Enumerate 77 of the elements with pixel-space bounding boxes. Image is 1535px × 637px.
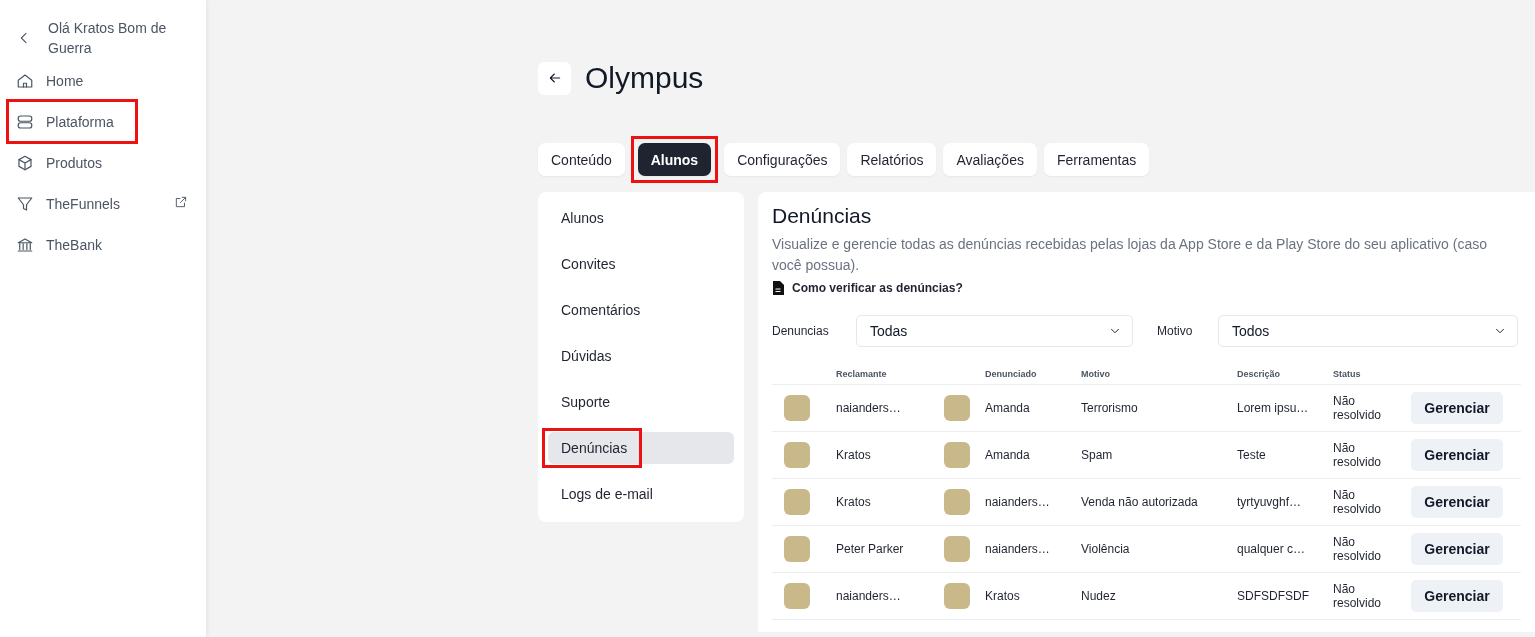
document-icon [772,281,784,295]
filter-label: Motivo [1157,324,1194,338]
column-header: Motivo [1081,365,1237,385]
avatar-placeholder [944,536,970,562]
avatar-placeholder [944,583,970,609]
avatar-placeholder [784,536,810,562]
greeting-text: Olá Kratos Bom de Guerra [48,19,168,58]
filter-dropdown[interactable]: Todas [856,315,1133,347]
table-cell: Spam [1081,432,1237,479]
table-cell: Nudez [1081,573,1237,620]
table-cell: naianders… [985,526,1081,573]
subnav-item[interactable]: Comentários [548,294,734,326]
avatar-placeholder [784,489,810,515]
table-cell: Venda não autorizada [1081,479,1237,526]
avatar-placeholder [784,583,810,609]
tab[interactable]: Alunos [637,143,712,176]
table-cell: Violência [1081,526,1237,573]
status-cell-text: Não resolvido [1333,582,1383,610]
subnav-item[interactable]: Alunos [548,202,734,234]
back-button[interactable] [538,61,571,95]
table-cell: Kratos [836,479,932,526]
avatar-placeholder [944,395,970,421]
filter-dropdown[interactable]: Todos [1218,315,1518,347]
manage-button[interactable]: Gerenciar [1411,580,1503,612]
sidebar-item[interactable]: TheFunnels [14,187,190,220]
sidebar-item[interactable]: Plataforma [14,105,190,138]
table-cell: naianders… [985,479,1081,526]
status-cell-text: Não resolvido [1333,441,1383,469]
section-description: Visualize e gerencie todas as denúncias recebidas pelas lojas da App Store e da Play Store do seu aplicativo (caso você possua). [772,235,1488,275]
table-cell: Teste [1237,432,1333,479]
tab[interactable]: Avaliações [943,143,1037,176]
manage-button[interactable]: Gerenciar [1411,392,1503,424]
subnav-item[interactable]: Suporte [548,386,734,418]
cube-icon [16,153,34,172]
table-cell: Kratos [836,432,932,479]
tab[interactable]: Configurações [724,143,841,176]
table-cell: qualquer c… [1237,526,1333,573]
tab[interactable]: Ferramentas [1043,143,1150,176]
funnel-icon [16,194,34,213]
table-cell: Amanda [985,385,1081,432]
tab[interactable]: Relatórios [847,143,937,176]
tab[interactable]: Conteúdo [538,143,625,176]
table-cell: Lorem ipsu… [1237,385,1333,432]
stacked-bars-icon [16,112,34,131]
sidebar-item[interactable]: Home [14,64,190,97]
external-link-icon[interactable] [174,195,188,209]
sidebar-item[interactable]: TheBank [14,228,190,261]
subnav-item[interactable]: Logs de e-mail [548,478,734,510]
table-cell: naianders… [836,385,932,432]
page-title: Olympus [585,61,704,95]
column-header: Denunciado [985,365,1081,385]
table-cell: naianders… [836,573,932,620]
status-cell-text: Não resolvido [1333,488,1383,516]
avatar-placeholder [784,395,810,421]
table-cell: Amanda [985,432,1081,479]
manage-button[interactable]: Gerenciar [1411,439,1503,471]
table-cell: Peter Parker [836,526,932,573]
filter-label: Denuncias [772,324,830,338]
table-cell: tyrtyuvghf… [1237,479,1333,526]
section-title: Denúncias [772,204,873,228]
manage-button[interactable]: Gerenciar [1411,486,1503,518]
status-cell-text: Não resolvido [1333,394,1383,422]
avatar-placeholder [944,489,970,515]
column-header: Status [1333,365,1411,385]
sidebar-item[interactable]: Produtos [14,146,190,179]
table-cell: Terrorismo [1081,385,1237,432]
avatar-placeholder [944,442,970,468]
table-cell: Kratos [985,573,1081,620]
help-link[interactable]: Como verificar as denúncias? [792,281,963,295]
table-cell: SDFSDFSDF [1237,573,1333,620]
avatar-placeholder [784,442,810,468]
manage-button[interactable]: Gerenciar [1411,533,1503,565]
column-header: Descrição [1237,365,1333,385]
subnav-item[interactable]: Convites [548,248,734,280]
column-header: Reclamante [836,365,932,385]
subnav-item[interactable]: Dúvidas [548,340,734,372]
status-cell-text: Não resolvido [1333,535,1383,563]
